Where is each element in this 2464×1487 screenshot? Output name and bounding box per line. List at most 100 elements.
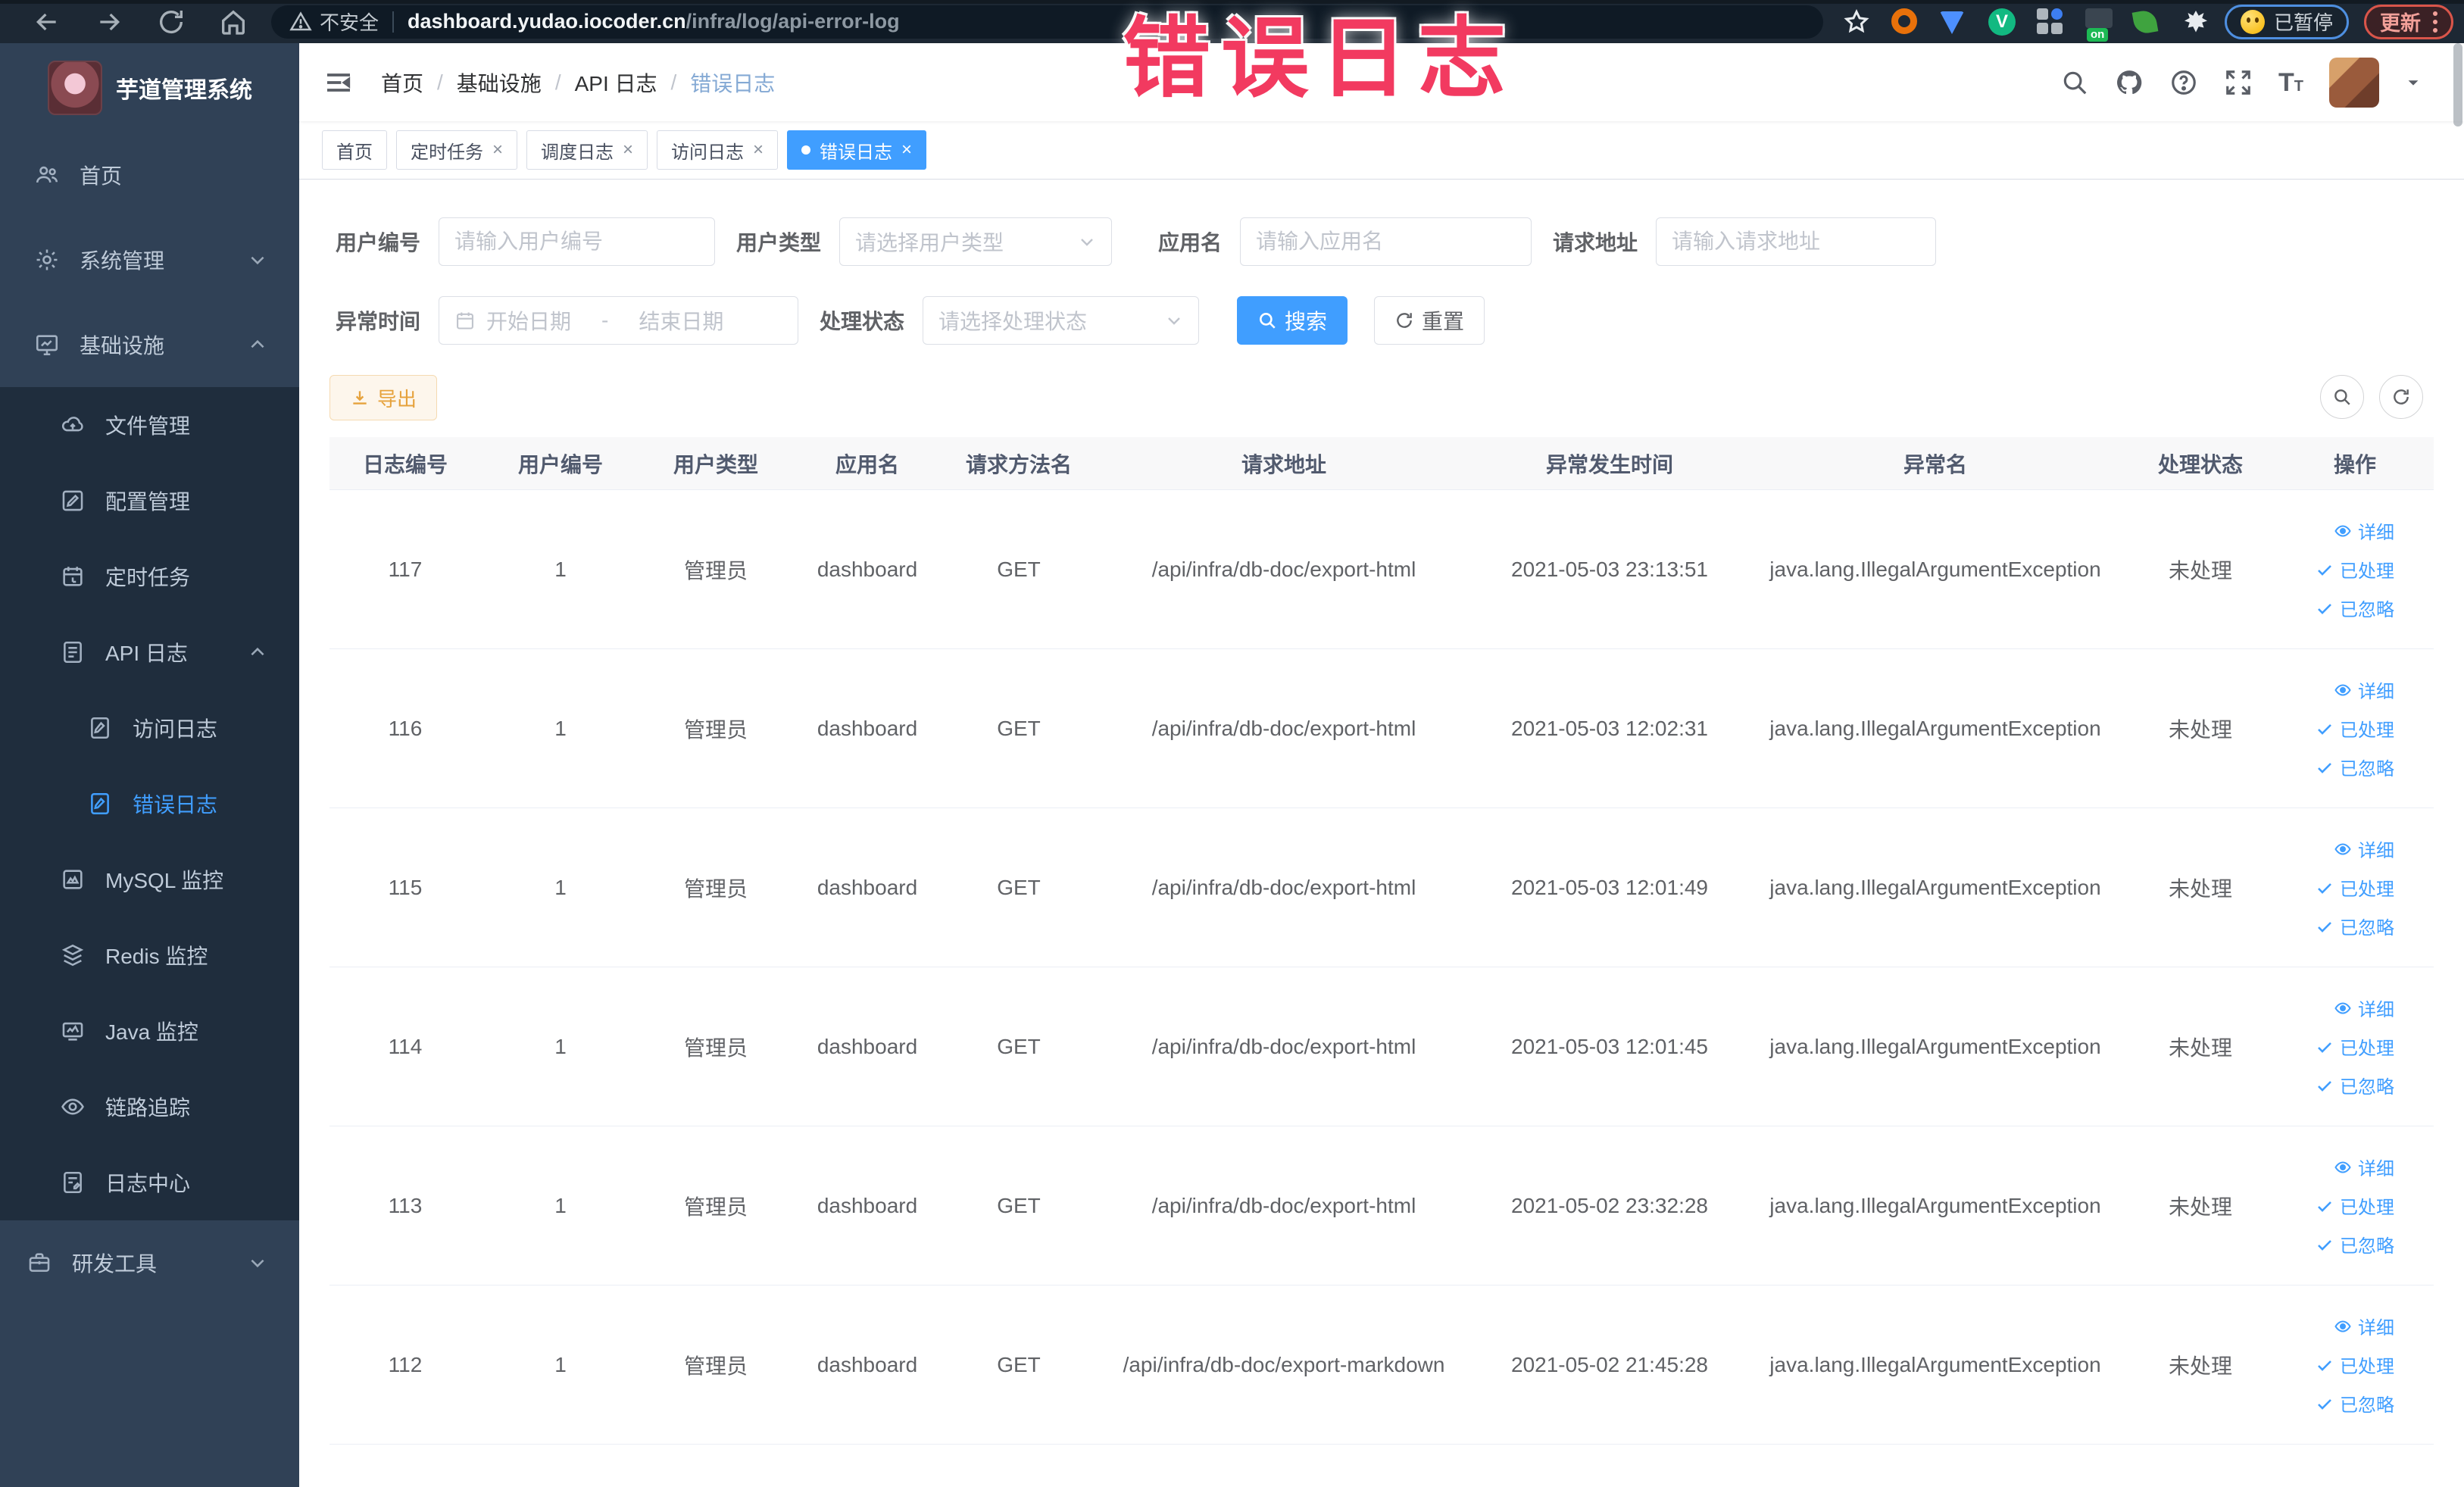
chevron-down-icon[interactable]	[2405, 74, 2422, 91]
browser-reload-icon[interactable]	[156, 7, 186, 37]
sidebar-item-label: 链路追踪	[105, 1096, 191, 1120]
mark-processed-link[interactable]: 已处理	[2316, 556, 2394, 583]
search-icon[interactable]	[2060, 68, 2089, 97]
mark-ignored-link[interactable]: 已忽略	[2316, 595, 2394, 621]
sidebar-item-system[interactable]: 系统管理	[0, 217, 299, 302]
cell-log-id: 117	[388, 557, 423, 581]
sidebar-item-error-log[interactable]: 错误日志	[0, 766, 299, 842]
table-row: 113 1 管理员 dashboard GET /api/infra/db-do…	[329, 1126, 2434, 1286]
bookmark-star-icon[interactable]	[1843, 8, 1870, 36]
extension-grid-icon[interactable]	[2036, 8, 2064, 36]
sidebar-item-config-manage[interactable]: 配置管理	[0, 463, 299, 539]
sidebar-item-access-log[interactable]: 访问日志	[0, 690, 299, 766]
mark-processed-link[interactable]: 已处理	[2316, 715, 2394, 742]
close-icon[interactable]: ×	[753, 139, 764, 161]
detail-link[interactable]: 详细	[2334, 836, 2394, 862]
font-size-icon[interactable]: TT	[2278, 70, 2303, 95]
tab-scheduled-jobs[interactable]: 定时任务 ×	[396, 130, 518, 170]
detail-link[interactable]: 详细	[2334, 676, 2394, 703]
user-type-select[interactable]: 请选择用户类型	[839, 217, 1112, 266]
cell-user-id: 1	[554, 1034, 567, 1058]
mark-ignored-link[interactable]: 已忽略	[2316, 1072, 2394, 1098]
mark-processed-link[interactable]: 已处理	[2316, 1033, 2394, 1060]
mark-ignored-link[interactable]: 已忽略	[2316, 1390, 2394, 1417]
browser-menu-icon[interactable]	[2433, 11, 2437, 33]
sidebar-item-home[interactable]: 首页	[0, 133, 299, 217]
help-icon[interactable]	[2169, 68, 2198, 97]
extension-puzzle-icon[interactable]	[2182, 8, 2209, 36]
cell-time: 2021-05-02 21:45:28	[1511, 1352, 1708, 1376]
detail-link[interactable]: 详细	[2334, 1313, 2394, 1339]
tab-schedule-log[interactable]: 调度日志 ×	[526, 130, 648, 170]
mark-processed-link[interactable]: 已处理	[2316, 1351, 2394, 1378]
github-icon[interactable]	[2115, 68, 2144, 97]
refresh-button[interactable]	[2379, 375, 2423, 419]
extension-orange-icon[interactable]	[1891, 8, 1919, 36]
avatar[interactable]	[2329, 57, 2379, 108]
extension-shield-icon[interactable]	[1939, 8, 1967, 36]
mark-ignored-link[interactable]: 已忽略	[2316, 1231, 2394, 1257]
detail-link[interactable]: 详细	[2334, 517, 2394, 544]
sidebar-item-file-manage[interactable]: 文件管理	[0, 387, 299, 463]
col-app-name: 应用名	[835, 452, 899, 476]
col-status: 处理状态	[2157, 452, 2243, 476]
sidebar-logo[interactable]: 芋道管理系统	[0, 43, 299, 133]
user-id-input[interactable]	[439, 217, 715, 266]
mark-ignored-link[interactable]: 已忽略	[2316, 754, 2394, 780]
sidebar: 芋道管理系统 首页 系统管理 基础设施 文件管理 配置管理 定时任务 API 日…	[0, 43, 299, 1487]
sidebar-item-java-monitor[interactable]: Java 监控	[0, 993, 299, 1069]
mark-processed-link[interactable]: 已处理	[2316, 874, 2394, 901]
page-scrollbar[interactable]	[2453, 43, 2462, 127]
exception-time-label: 异常时间	[335, 310, 420, 333]
cell-status: 未处理	[2168, 717, 2232, 742]
close-icon[interactable]: ×	[492, 139, 503, 161]
extension-sprout-icon[interactable]	[2131, 8, 2161, 36]
tab-home[interactable]: 首页	[322, 130, 387, 170]
log-icon	[60, 1170, 86, 1195]
sidebar-item-infra[interactable]: 基础设施	[0, 302, 299, 387]
search-button[interactable]: 搜索	[1237, 296, 1348, 345]
not-secure-label[interactable]: 不安全	[320, 8, 379, 36]
cell-url: /api/infra/db-doc/export-html	[1151, 716, 1416, 740]
close-icon[interactable]: ×	[623, 139, 633, 161]
sidebar-item-scheduled-jobs[interactable]: 定时任务	[0, 539, 299, 614]
detail-link[interactable]: 详细	[2334, 995, 2394, 1021]
breadcrumb-infra[interactable]: 基础设施	[457, 67, 542, 98]
paused-extension-badge[interactable]: 已暂停	[2224, 4, 2349, 39]
browser-home-icon[interactable]	[218, 7, 248, 37]
mark-processed-link[interactable]: 已处理	[2316, 1192, 2394, 1219]
breadcrumb-home[interactable]: 首页	[381, 67, 423, 98]
sidebar-toggle-icon[interactable]	[323, 67, 354, 98]
breadcrumb-api-log[interactable]: API 日志	[575, 67, 657, 98]
sidebar-item-redis-monitor[interactable]: Redis 监控	[0, 917, 299, 993]
mark-ignored-link[interactable]: 已忽略	[2316, 913, 2394, 939]
tab-access-log[interactable]: 访问日志 ×	[657, 130, 779, 170]
request-url-input[interactable]	[1656, 217, 1936, 266]
sidebar-item-mysql-monitor[interactable]: MySQL 监控	[0, 842, 299, 917]
fullscreen-icon[interactable]	[2224, 68, 2253, 97]
browser-forward-icon[interactable]	[94, 7, 124, 37]
sidebar-item-tracing[interactable]: 链路追踪	[0, 1069, 299, 1145]
app-name-input[interactable]	[1240, 217, 1532, 266]
reset-button[interactable]: 重置	[1374, 296, 1485, 345]
document-icon	[87, 715, 113, 741]
cell-exception: java.lang.IllegalArgumentException	[1769, 1193, 2101, 1217]
cell-app-name: dashboard	[817, 557, 918, 581]
close-icon[interactable]: ×	[901, 139, 912, 161]
extension-green-v-icon[interactable]: V	[1988, 8, 2016, 36]
export-button[interactable]: 导出	[329, 375, 438, 420]
sidebar-item-dev-tools[interactable]: 研发工具	[0, 1220, 299, 1305]
url-bar[interactable]: 不安全 dashboard.yudao.iocoder.cn/infra/log…	[271, 5, 1823, 39]
toggle-search-button[interactable]	[2320, 375, 2364, 419]
tab-error-log[interactable]: 错误日志 ×	[787, 130, 927, 170]
sidebar-item-api-log[interactable]: API 日志	[0, 614, 299, 690]
browser-back-icon[interactable]	[32, 7, 62, 37]
extension-on-switch-icon[interactable]: on	[2085, 8, 2113, 42]
detail-link[interactable]: 详细	[2334, 1154, 2394, 1180]
process-status-select[interactable]: 请选择处理状态	[923, 296, 1199, 345]
breadcrumb-current: 错误日志	[690, 71, 776, 95]
cell-user-id: 1	[554, 875, 567, 899]
browser-update-badge[interactable]: 更新	[2364, 4, 2453, 39]
sidebar-item-log-center[interactable]: 日志中心	[0, 1145, 299, 1220]
exception-time-range-picker[interactable]: 开始日期 - 结束日期	[439, 296, 798, 345]
